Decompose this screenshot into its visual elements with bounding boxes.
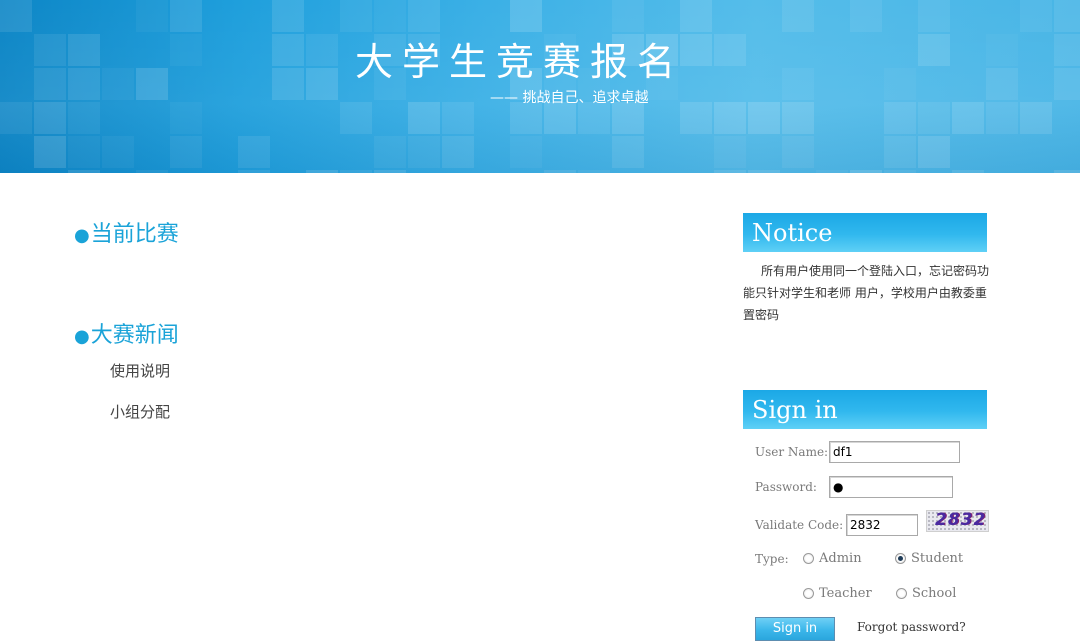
list-item: 小组分配	[110, 401, 170, 442]
notice-text: 所有用户使用同一个登陆入口，忘记密码功能只针对学生和老师 用户，学校用户由教委重…	[743, 264, 990, 322]
type-radio-teacher[interactable]: Teacher	[803, 586, 872, 601]
username-label: User Name:	[755, 445, 829, 459]
type-radio-student[interactable]: Student	[895, 551, 963, 566]
header-banner: 大学生竞赛报名 —— 挑战自己、追求卓越	[0, 0, 1080, 173]
list-item: 使用说明	[110, 360, 170, 401]
username-field[interactable]: df1	[829, 441, 960, 463]
type-student-label: Student	[911, 551, 964, 566]
section-current-competitions: ●当前比赛	[74, 220, 179, 251]
notice-header: Notice	[743, 213, 987, 252]
captcha-text: 2832	[935, 510, 987, 530]
type-teacher-label: Teacher	[819, 586, 872, 601]
notice-title: Notice	[752, 219, 833, 247]
validate-code-label: Validate Code:	[755, 518, 844, 532]
password-field[interactable]: ●	[829, 476, 953, 498]
validate-code-field[interactable]: 2832	[846, 514, 918, 536]
section-news-title: 大赛新闻	[90, 323, 179, 348]
news-link-group-assignment[interactable]: 小组分配	[110, 403, 170, 421]
radio-icon[interactable]	[803, 588, 814, 599]
bullet-icon: ●	[74, 326, 90, 347]
radio-icon[interactable]	[803, 553, 814, 564]
type-radio-school[interactable]: School	[896, 586, 956, 601]
user-type-label: Type:	[755, 552, 789, 566]
site-title: 大学生竞赛报名	[355, 40, 685, 84]
signin-header: Sign in	[743, 390, 987, 429]
type-admin-label: Admin	[819, 551, 862, 566]
type-school-label: School	[912, 586, 957, 601]
password-label: Password:	[755, 480, 817, 494]
forgot-password-link[interactable]: Forgot password?	[857, 620, 966, 634]
bullet-icon: ●	[74, 225, 90, 246]
signin-title: Sign in	[752, 396, 838, 424]
section-competition-news: ●大赛新闻	[74, 321, 179, 352]
news-link-usage-guide[interactable]: 使用说明	[110, 362, 170, 380]
radio-selected-icon[interactable]	[895, 553, 906, 564]
signin-button[interactable]: Sign in	[755, 617, 835, 641]
banner-shade	[0, 0, 1080, 173]
radio-icon[interactable]	[896, 588, 907, 599]
section-current-title: 当前比赛	[90, 222, 179, 247]
captcha-image[interactable]: 2832	[926, 510, 989, 532]
type-radio-admin[interactable]: Admin	[803, 551, 862, 566]
site-slogan: —— 挑战自己、追求卓越	[490, 90, 649, 106]
news-list: 使用说明 小组分配	[110, 360, 170, 442]
